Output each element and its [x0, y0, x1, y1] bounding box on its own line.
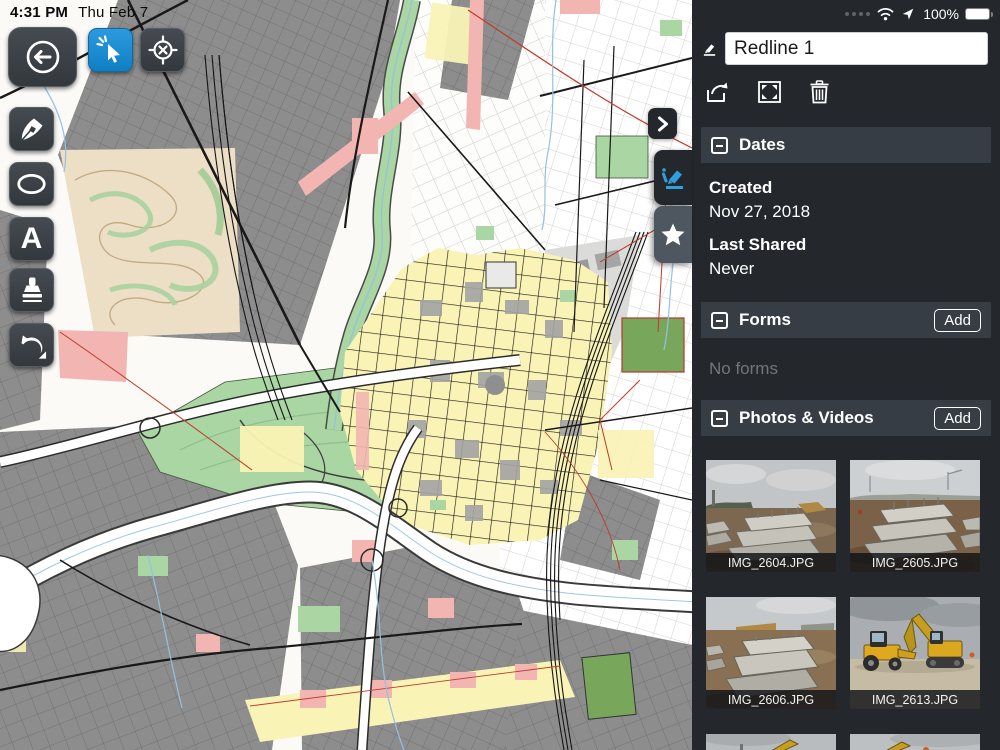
gps-crosshair-icon: [147, 35, 178, 65]
draw-tool-button[interactable]: [9, 107, 54, 151]
last-shared-label: Last Shared: [709, 235, 807, 254]
created-label: Created: [709, 178, 773, 197]
ellipse-icon: [17, 173, 46, 195]
no-forms-text: No forms: [709, 359, 778, 378]
photos-section-title: Photos & Videos: [739, 408, 874, 427]
battery-percent: 100%: [923, 6, 959, 22]
back-arrow-icon: [26, 40, 59, 74]
undo-tool-button[interactable]: [9, 323, 54, 367]
photo-thumbnail[interactable]: [706, 734, 836, 750]
stamp-tool-button[interactable]: [9, 268, 54, 312]
photo-filename: IMG_2605.JPG: [850, 553, 980, 572]
photo-partial-preview: [850, 734, 980, 750]
delete-button[interactable]: [809, 79, 830, 107]
redline-marker-icon: [703, 43, 716, 56]
stamp-icon: [22, 277, 42, 302]
redline-marker-icon: [662, 167, 683, 189]
photo-thumbnail[interactable]: IMG_2606.JPG: [706, 597, 836, 709]
tab-redline-info[interactable]: [654, 150, 692, 205]
add-form-button[interactable]: Add: [934, 308, 981, 332]
share-export-icon: [707, 82, 728, 102]
back-button[interactable]: [8, 27, 77, 87]
locate-tool-button[interactable]: [140, 28, 185, 72]
photo-thumbnail[interactable]: IMG_2605.JPG: [850, 460, 980, 572]
app-root: 4:31 PM Thu Feb 7 A 100% Redline 1 Dates…: [0, 0, 1000, 750]
photo-thumbnail[interactable]: IMG_2604.JPG: [706, 460, 836, 572]
photo-filename: IMG_2606.JPG: [706, 690, 836, 709]
collapse-panel-button[interactable]: [648, 108, 677, 139]
photo-partial-preview: [706, 734, 836, 750]
tab-favorites[interactable]: [654, 206, 692, 263]
pen-nib-icon: [20, 118, 42, 141]
detail-panel: 100% Redline 1 Dates Created Nov 27, 201…: [692, 0, 1000, 750]
ellipse-tool-button[interactable]: [9, 162, 54, 206]
fullscreen-icon: [758, 80, 781, 103]
photo-thumbnail[interactable]: IMG_2613.JPG: [850, 597, 980, 709]
photo-grid: IMG_2604.JPG IMG_2605.JPG IMG_2606.JPG I…: [692, 436, 1000, 750]
panel-actions: [705, 79, 1000, 107]
tap-cursor-icon: [95, 35, 120, 63]
collapse-minus-icon: [711, 136, 728, 154]
section-header-forms[interactable]: Forms Add: [701, 302, 991, 338]
status-date: Thu Feb 7: [78, 4, 149, 21]
select-tool-button[interactable]: [88, 28, 133, 72]
forms-section-title: Forms: [739, 310, 791, 329]
collapse-minus-icon: [711, 409, 728, 427]
panel-header: [702, 32, 988, 65]
map-canvas[interactable]: 4:31 PM Thu Feb 7 A: [0, 0, 692, 750]
cellular-signal-icon: [845, 12, 871, 16]
text-tool-glyph: A: [20, 222, 43, 255]
chevron-right-icon: [657, 116, 668, 131]
collapse-minus-icon: [711, 311, 728, 329]
last-shared-value: Never: [709, 259, 755, 278]
photo-filename: IMG_2604.JPG: [706, 553, 836, 572]
trash-icon: [810, 79, 829, 103]
status-time: 4:31 PM: [10, 4, 69, 21]
section-header-dates[interactable]: Dates: [701, 127, 991, 163]
section-header-photos[interactable]: Photos & Videos Add: [701, 400, 991, 436]
dates-section-title: Dates: [739, 135, 786, 154]
redline-name-input[interactable]: [725, 32, 988, 65]
dates-body: Created Nov 27, 2018 Last Shared Never: [692, 163, 1000, 281]
star-icon: [661, 223, 685, 246]
map-art: [0, 0, 692, 750]
location-arrow-icon: [902, 8, 914, 20]
battery-icon: [965, 8, 993, 20]
status-bar-left: 4:31 PM Thu Feb 7: [10, 4, 148, 21]
add-photo-button[interactable]: Add: [934, 406, 981, 430]
undo-arrow-icon: [21, 335, 47, 359]
photo-filename: IMG_2613.JPG: [850, 690, 980, 709]
text-tool-button[interactable]: A: [9, 217, 54, 261]
share-button[interactable]: [705, 80, 730, 107]
photo-thumbnail[interactable]: [850, 734, 980, 750]
wifi-icon: [877, 8, 894, 21]
created-value: Nov 27, 2018: [709, 202, 811, 221]
status-bar-right: 100%: [692, 0, 1000, 22]
fullscreen-button[interactable]: [757, 80, 782, 107]
